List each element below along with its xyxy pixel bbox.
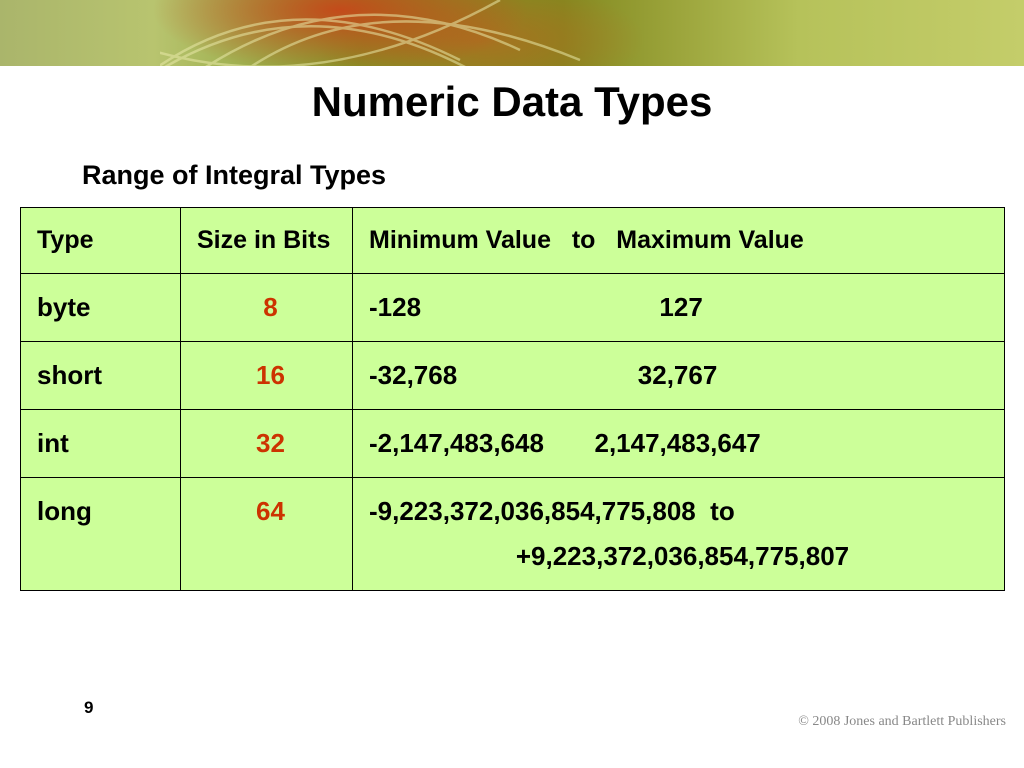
cell-bits: 64: [181, 478, 353, 591]
cell-range: -9,223,372,036,854,775,808 to +9,223,372…: [353, 478, 1005, 591]
cell-type: int: [21, 410, 181, 478]
cell-range: -2,147,483,648 2,147,483,647: [353, 410, 1005, 478]
range-line1: -9,223,372,036,854,775,808 to: [369, 496, 735, 526]
table-row: short 16 -32,768 32,767: [21, 342, 1005, 410]
cell-range: -32,768 32,767: [353, 342, 1005, 410]
cell-type: short: [21, 342, 181, 410]
banner-arcs-icon: [160, 0, 680, 66]
page-number: 9: [84, 698, 93, 718]
header-bits: Size in Bits: [181, 208, 353, 274]
header-type: Type: [21, 208, 181, 274]
cell-type: long: [21, 478, 181, 591]
cell-type: byte: [21, 274, 181, 342]
table-row: byte 8 -128 127: [21, 274, 1005, 342]
cell-range: -128 127: [353, 274, 1005, 342]
copyright-text: © 2008 Jones and Bartlett Publishers: [798, 714, 1006, 730]
bits-value: 64: [197, 496, 344, 527]
range-line2: +9,223,372,036,854,775,807: [369, 541, 996, 572]
integral-types-table: Type Size in Bits Minimum Value to Maxim…: [20, 207, 1005, 591]
bits-value: 8: [197, 292, 344, 323]
bits-value: 32: [197, 428, 344, 459]
cell-bits: 32: [181, 410, 353, 478]
header-range: Minimum Value to Maximum Value: [353, 208, 1005, 274]
table-row: int 32 -2,147,483,648 2,147,483,647: [21, 410, 1005, 478]
cell-bits: 16: [181, 342, 353, 410]
decorative-banner: [0, 0, 1024, 66]
table-header-row: Type Size in Bits Minimum Value to Maxim…: [21, 208, 1005, 274]
bits-value: 16: [197, 360, 344, 391]
table-subtitle: Range of Integral Types: [82, 160, 1024, 191]
cell-bits: 8: [181, 274, 353, 342]
slide-title: Numeric Data Types: [0, 78, 1024, 126]
table-row: long 64 -9,223,372,036,854,775,808 to +9…: [21, 478, 1005, 591]
